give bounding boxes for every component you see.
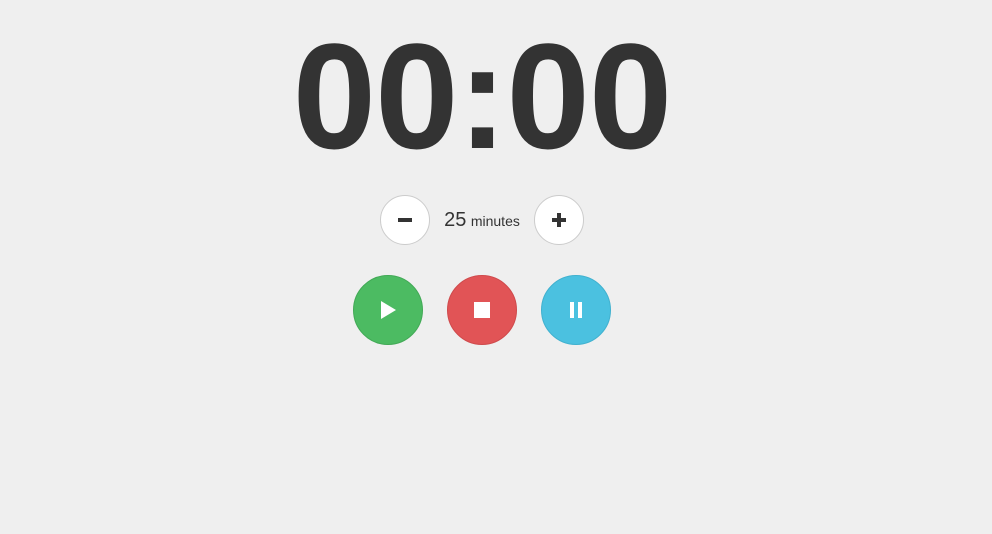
duration-unit: minutes xyxy=(470,212,520,229)
stop-button[interactable] xyxy=(447,275,517,345)
duration-controls: 25 minutes xyxy=(380,195,584,245)
timer-display: 00:00 xyxy=(292,12,673,180)
decrease-duration-button[interactable] xyxy=(380,195,430,245)
plus-icon xyxy=(552,213,566,227)
play-icon xyxy=(381,301,396,319)
pause-button[interactable] xyxy=(541,275,611,345)
duration-value: 25 xyxy=(444,208,467,231)
increase-duration-button[interactable] xyxy=(534,195,584,245)
duration-label: 25 minutes xyxy=(430,209,534,232)
timer-controls xyxy=(353,275,611,345)
start-button[interactable] xyxy=(353,275,423,345)
minus-icon xyxy=(398,218,412,222)
stop-icon xyxy=(474,302,490,318)
pause-icon xyxy=(570,302,582,318)
timer-page: 00:00 25 minutes xyxy=(0,0,992,534)
